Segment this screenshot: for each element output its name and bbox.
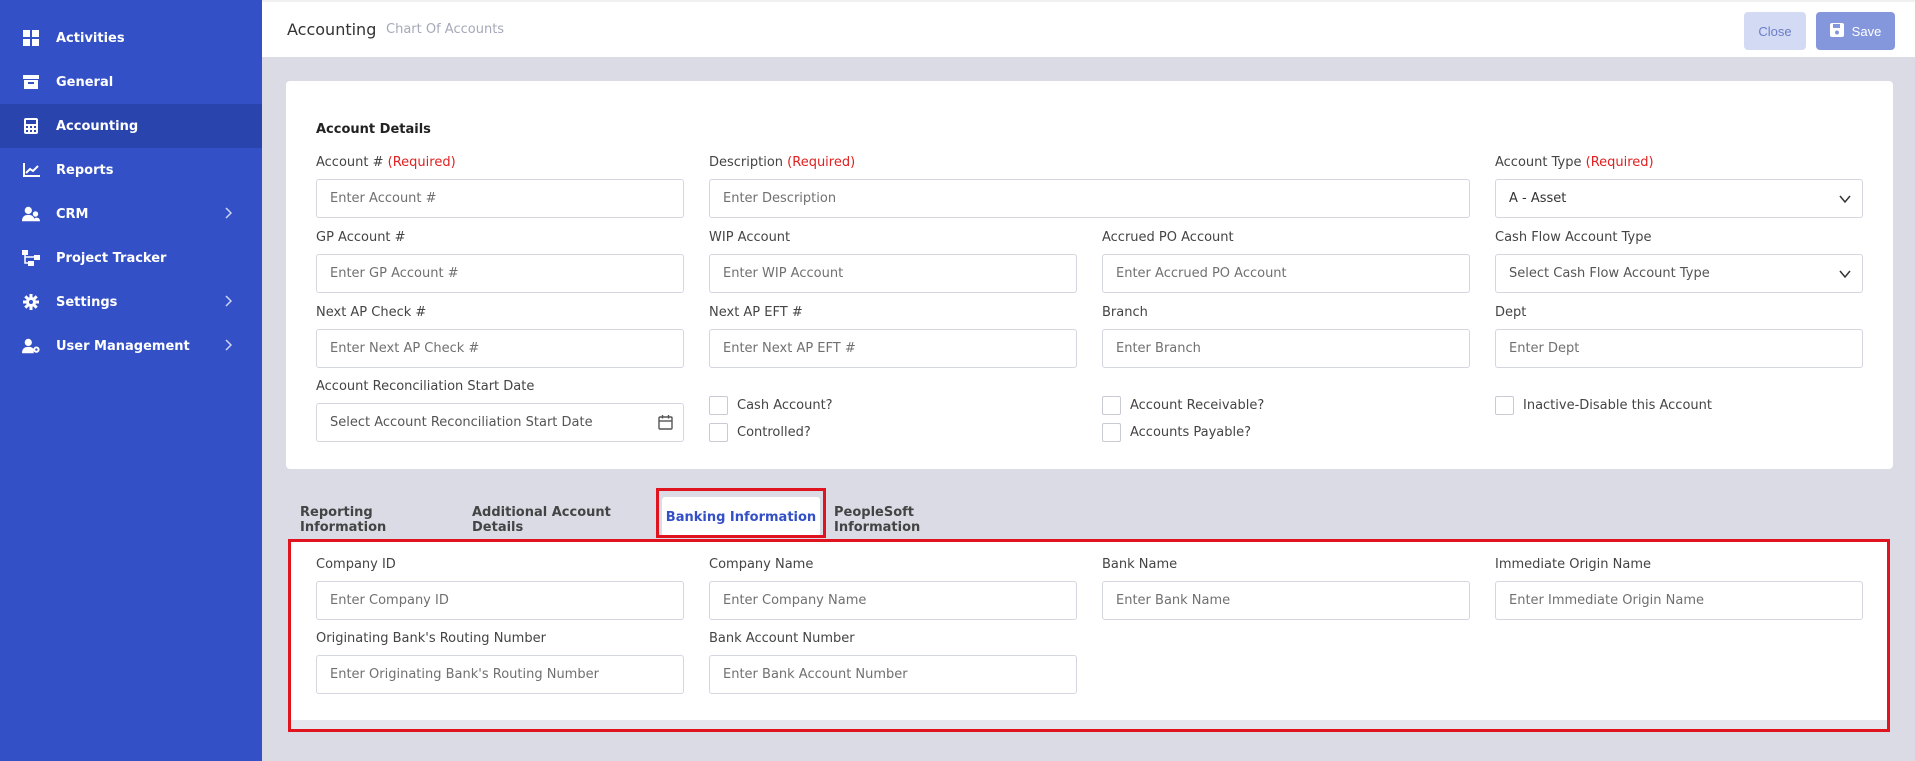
sidebar-item-label: Accounting — [56, 118, 139, 134]
tab-peoplesoft-information[interactable]: PeopleSoft Information — [834, 505, 986, 535]
tab-banking-information[interactable]: Banking Information — [662, 497, 820, 537]
account-type-select[interactable]: A - Asset — [1495, 179, 1863, 218]
checkbox-label: Account Receivable? — [1130, 398, 1265, 413]
bank-account-number-input[interactable] — [709, 655, 1077, 694]
gp-account-label: GP Account # — [316, 230, 406, 245]
dept-label: Dept — [1495, 305, 1527, 320]
company-name-label: Company Name — [709, 557, 814, 572]
sidebar: Activities General Accounting Reports CR… — [0, 0, 262, 761]
recon-date-label: Account Reconciliation Start Date — [316, 379, 535, 394]
account-type-label: Account Type (Required) — [1495, 155, 1654, 170]
accrued-po-label: Accrued PO Account — [1102, 230, 1234, 245]
chevron-right-icon — [224, 295, 236, 309]
required-tag: (Required) — [1585, 155, 1654, 170]
sidebar-item-user-management[interactable]: User Management — [0, 324, 262, 368]
cash-flow-type-value: Select Cash Flow Account Type — [1509, 266, 1710, 281]
description-input[interactable] — [709, 179, 1470, 218]
sidebar-item-reports[interactable]: Reports — [0, 148, 262, 192]
next-ap-check-label: Next AP Check # — [316, 305, 427, 320]
chevron-down-icon — [1838, 192, 1852, 210]
company-id-input[interactable] — [316, 581, 684, 620]
required-tag: (Required) — [787, 155, 856, 170]
calculator-icon — [22, 117, 40, 135]
inactive-checkbox[interactable]: Inactive-Disable this Account — [1495, 396, 1712, 415]
sidebar-item-label: Reports — [56, 162, 114, 178]
bank-account-number-label: Bank Account Number — [709, 631, 855, 646]
accrued-po-input[interactable] — [1102, 254, 1470, 293]
company-id-label: Company ID — [316, 557, 396, 572]
sidebar-item-label: Project Tracker — [56, 250, 167, 266]
gear-icon — [22, 293, 40, 311]
next-ap-eft-input[interactable] — [709, 329, 1077, 368]
recon-date-picker[interactable]: Select Account Reconciliation Start Date — [316, 403, 684, 442]
header: Accounting Chart Of Accounts Close Save — [262, 0, 1915, 57]
chevron-down-icon — [1838, 267, 1852, 285]
branch-label: Branch — [1102, 305, 1148, 320]
description-label: Description (Required) — [709, 155, 856, 170]
account-number-input[interactable] — [316, 179, 684, 218]
next-ap-eft-label: Next AP EFT # — [709, 305, 803, 320]
save-icon — [1829, 22, 1844, 40]
accounts-payable-checkbox[interactable]: Accounts Payable? — [1102, 423, 1251, 442]
tab-additional-account-details[interactable]: Additional Account Details — [472, 505, 646, 535]
cash-flow-type-select[interactable]: Select Cash Flow Account Type — [1495, 254, 1863, 293]
account-number-label: Account # (Required) — [316, 155, 456, 170]
recon-date-placeholder: Select Account Reconciliation Start Date — [330, 415, 593, 430]
sidebar-item-label: User Management — [56, 338, 190, 354]
wip-account-label: WIP Account — [709, 230, 791, 245]
checkbox-label: Inactive-Disable this Account — [1523, 398, 1712, 413]
bank-name-input[interactable] — [1102, 581, 1470, 620]
routing-number-label: Originating Bank's Routing Number — [316, 631, 546, 646]
company-name-input[interactable] — [709, 581, 1077, 620]
cash-account-checkbox[interactable]: Cash Account? — [709, 396, 833, 415]
account-receivable-checkbox[interactable]: Account Receivable? — [1102, 396, 1264, 415]
chart-line-icon — [22, 161, 40, 179]
save-label: Save — [1851, 23, 1882, 39]
panel-divider — [290, 720, 1888, 731]
grid-icon — [22, 29, 40, 47]
sidebar-item-label: CRM — [56, 206, 89, 222]
checkbox-label: Controlled? — [737, 425, 811, 440]
close-button[interactable]: Close — [1744, 12, 1806, 50]
branch-input[interactable] — [1102, 329, 1470, 368]
sidebar-item-project-tracker[interactable]: Project Tracker — [0, 236, 262, 280]
immediate-origin-label: Immediate Origin Name — [1495, 557, 1651, 572]
required-tag: (Required) — [387, 155, 456, 170]
sidebar-item-accounting[interactable]: Accounting — [0, 104, 262, 148]
sidebar-item-label: Settings — [56, 294, 118, 310]
immediate-origin-input[interactable] — [1495, 581, 1863, 620]
sitemap-icon — [22, 249, 40, 267]
bank-name-label: Bank Name — [1102, 557, 1178, 572]
sidebar-item-label: General — [56, 74, 114, 90]
section-title: Account Details — [316, 122, 431, 137]
sidebar-item-settings[interactable]: Settings — [0, 280, 262, 324]
checkbox-label: Accounts Payable? — [1130, 425, 1252, 440]
sidebar-item-label: Activities — [56, 30, 125, 46]
breadcrumb[interactable]: Chart Of Accounts — [386, 22, 504, 37]
calendar-icon[interactable] — [658, 415, 673, 434]
controlled-checkbox[interactable]: Controlled? — [709, 423, 811, 442]
user-cog-icon — [22, 337, 40, 355]
page-title: Accounting — [287, 20, 377, 39]
sidebar-item-general[interactable]: General — [0, 60, 262, 104]
next-ap-check-input[interactable] — [316, 329, 684, 368]
routing-number-input[interactable] — [316, 655, 684, 694]
account-type-value: A - Asset — [1509, 191, 1567, 206]
wip-account-input[interactable] — [709, 254, 1077, 293]
sidebar-item-crm[interactable]: CRM — [0, 192, 262, 236]
users-icon — [22, 205, 40, 223]
sidebar-item-activities[interactable]: Activities — [0, 16, 262, 60]
gp-account-input[interactable] — [316, 254, 684, 293]
checkbox-label: Cash Account? — [737, 398, 833, 413]
archive-icon — [22, 73, 40, 91]
save-button[interactable]: Save — [1816, 12, 1895, 50]
dept-input[interactable] — [1495, 329, 1863, 368]
chevron-right-icon — [224, 207, 236, 221]
cash-flow-type-label: Cash Flow Account Type — [1495, 230, 1652, 245]
chevron-right-icon — [224, 339, 236, 353]
tab-reporting-information[interactable]: Reporting Information — [300, 505, 448, 535]
